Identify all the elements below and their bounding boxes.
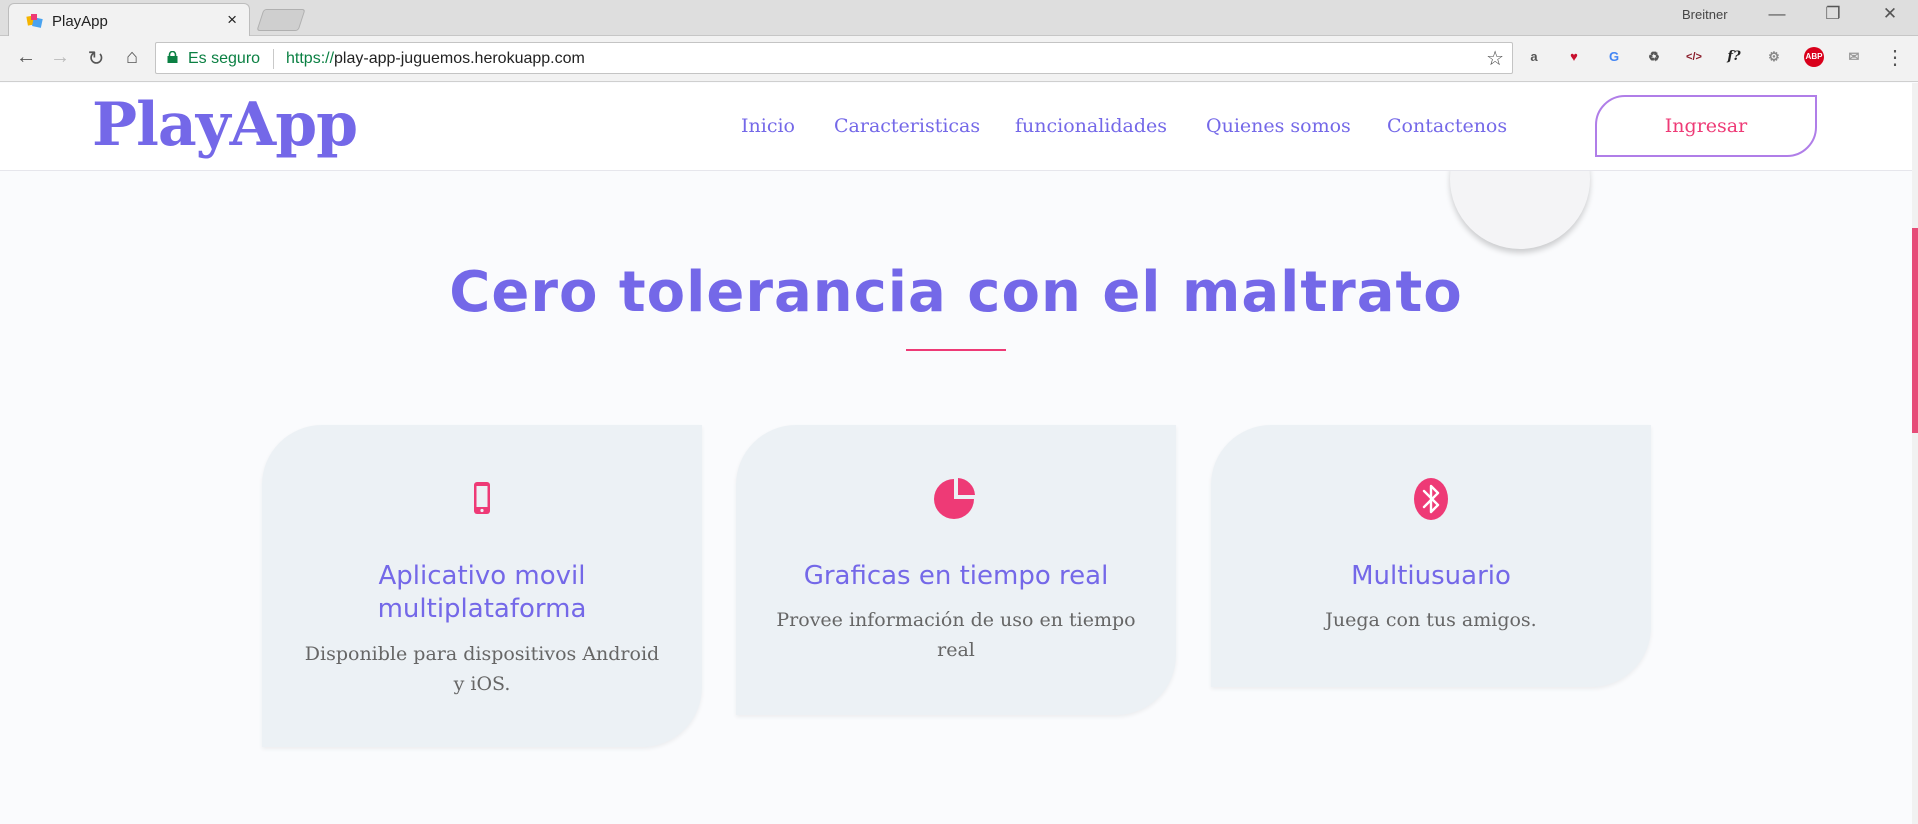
code-icon[interactable]: </> (1684, 47, 1704, 67)
shopping-bag-icon[interactable]: a (1524, 47, 1544, 67)
home-icon[interactable]: ⌂ (119, 46, 145, 69)
feature-title: Multiusuario (1351, 561, 1511, 591)
recycle-icon[interactable]: ♻ (1644, 47, 1664, 67)
site-header: PlayApp Inicio Caracteristicas funcional… (0, 83, 1912, 171)
feature-title: Aplicativo movil multiplataforma (377, 561, 587, 624)
login-button[interactable]: Ingresar (1595, 95, 1817, 157)
feature-card-charts: Graficas en tiempo real Provee informaci… (736, 425, 1176, 715)
nav-funcionalidades[interactable]: funcionalidades (1015, 115, 1167, 137)
nav-quienes-somos[interactable]: Quienes somos (1206, 115, 1351, 137)
adblock-icon[interactable]: ABP (1804, 47, 1824, 67)
bookmark-star-icon[interactable]: ☆ (1486, 46, 1504, 71)
heart-inbox-icon[interactable]: ♥ (1564, 47, 1584, 67)
omnibox-divider (273, 49, 274, 69)
feature-card-multiuser: Multiusuario Juega con tus amigos. (1211, 425, 1651, 687)
reload-icon[interactable]: ↻ (83, 46, 109, 71)
pie-chart-icon (934, 478, 975, 519)
url-host: play-app-juguemos.herokuapp.com (334, 50, 585, 67)
feature-title: Graficas en tiempo real (803, 561, 1109, 591)
tab-title: PlayApp (52, 13, 108, 30)
feature-description: Provee información de uso en tiempo real (776, 609, 1136, 661)
smartphone-icon (474, 482, 490, 514)
nav-caracteristicas[interactable]: Caracteristicas (834, 115, 980, 137)
minimize-icon[interactable]: — (1762, 4, 1792, 24)
url-scheme: https:// (286, 50, 335, 67)
feature-description: Juega con tus amigos. (1325, 609, 1537, 631)
playapp-favicon-icon (26, 14, 43, 28)
page-scrollbar[interactable] (1912, 83, 1918, 824)
close-window-icon[interactable]: ✕ (1875, 4, 1905, 24)
forward-icon[interactable]: → (47, 46, 73, 69)
secure-label: Es seguro (188, 50, 261, 67)
browser-toolbar: ← → ↻ ⌂ Es seguro https://play-app-jugue… (0, 36, 1918, 82)
gear-icon[interactable]: ⚙ (1764, 47, 1784, 67)
section-title: Cero tolerancia con el maltrato (449, 260, 1463, 325)
title-underline (906, 349, 1006, 351)
translate-icon[interactable]: G (1604, 47, 1624, 67)
site-logo[interactable]: PlayApp (92, 90, 358, 160)
browser-menu-icon[interactable]: ⋮ (1885, 45, 1905, 70)
nav-contactenos[interactable]: Contactenos (1387, 115, 1507, 137)
lock-icon (167, 51, 178, 63)
feature-description: Disponible para dispositivos Android y i… (304, 643, 660, 695)
profile-name[interactable]: Breitner (1682, 7, 1728, 22)
scrollbar-thumb[interactable] (1912, 228, 1918, 433)
browser-tab[interactable]: PlayApp × (8, 3, 250, 37)
restore-icon[interactable]: ❐ (1818, 4, 1848, 24)
nav-inicio[interactable]: Inicio (741, 115, 795, 137)
url-text[interactable]: https://play-app-juguemos.herokuapp.com (286, 50, 585, 68)
feature-card-mobile: Aplicativo movil multiplataforma Disponi… (262, 425, 702, 747)
page-viewport: PlayApp Inicio Caracteristicas funcional… (0, 83, 1918, 824)
browser-tab-strip: PlayApp × Breitner — ❐ ✕ (0, 0, 1918, 37)
inbox-icon[interactable]: ✉ (1844, 47, 1864, 67)
function-icon[interactable]: f? (1724, 47, 1744, 67)
back-icon[interactable]: ← (13, 46, 39, 69)
bluetooth-icon (1414, 478, 1448, 520)
new-tab-button[interactable] (256, 9, 306, 31)
tab-close-icon[interactable]: × (227, 10, 237, 30)
address-bar[interactable]: Es seguro https://play-app-juguemos.hero… (155, 42, 1513, 74)
